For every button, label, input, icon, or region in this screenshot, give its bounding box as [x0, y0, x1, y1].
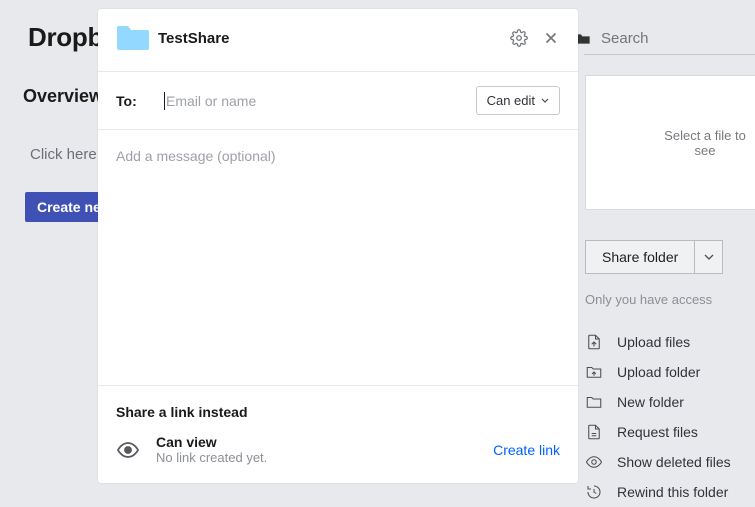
upload-folder-icon: [585, 363, 603, 381]
share-folder-button[interactable]: Share folder: [585, 240, 695, 274]
create-link-button[interactable]: Create link: [493, 442, 560, 458]
close-icon[interactable]: [542, 29, 560, 47]
action-label: New folder: [617, 394, 684, 410]
permission-label: Can edit: [487, 93, 535, 108]
link-section-heading: Share a link instead: [116, 404, 560, 420]
share-folder-dropdown[interactable]: [695, 240, 723, 274]
request-files-icon: [585, 423, 603, 441]
upload-folder-action[interactable]: Upload folder: [585, 357, 755, 387]
eye-icon: [585, 453, 603, 471]
rewind-folder-action[interactable]: Rewind this folder: [585, 477, 755, 507]
preview-pane: Select a file to see: [585, 75, 755, 210]
request-files-action[interactable]: Request files: [585, 417, 755, 447]
link-permission-sub: No link created yet.: [156, 450, 477, 465]
link-permission-title: Can view: [156, 434, 477, 450]
folder-icon: [116, 23, 150, 53]
action-label: Request files: [617, 424, 698, 440]
action-label: Show deleted files: [617, 454, 731, 470]
action-label: Upload folder: [617, 364, 700, 380]
message-input[interactable]: [116, 148, 560, 180]
permission-dropdown[interactable]: Can edit: [476, 86, 560, 115]
hint-text: Click here t: [30, 146, 105, 163]
page-heading: Overview: [23, 86, 103, 107]
gear-icon[interactable]: [510, 29, 528, 47]
show-deleted-action[interactable]: Show deleted files: [585, 447, 755, 477]
to-label: To:: [116, 93, 144, 109]
action-label: Upload files: [617, 334, 690, 350]
action-label: Rewind this folder: [617, 484, 728, 500]
eye-icon: [116, 438, 140, 462]
search-input[interactable]: [601, 30, 701, 47]
new-folder-icon: [585, 393, 603, 411]
upload-files-action[interactable]: Upload files: [585, 327, 755, 357]
access-text: Only you have access: [585, 292, 755, 307]
modal-title: TestShare: [158, 30, 496, 47]
rewind-icon: [585, 483, 603, 501]
new-folder-action[interactable]: New folder: [585, 387, 755, 417]
chevron-down-icon: [704, 254, 714, 260]
upload-file-icon: [585, 333, 603, 351]
share-modal: TestShare To: Can edit Share a link inst…: [98, 9, 578, 483]
chevron-down-icon: [541, 98, 549, 103]
recipient-input[interactable]: [164, 92, 456, 110]
